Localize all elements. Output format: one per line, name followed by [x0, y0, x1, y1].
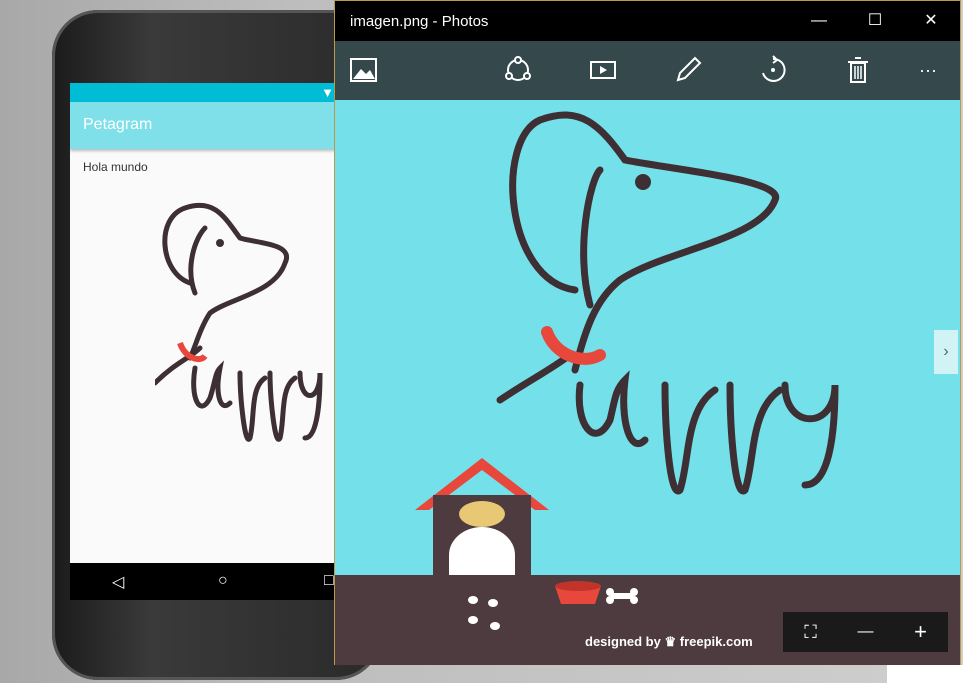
image-viewer[interactable]: designed by ♛ freepik.com › ⛶ — + [335, 100, 960, 665]
close-button[interactable]: ✕ [903, 1, 959, 41]
credit-brand: freepik.com [679, 634, 753, 649]
crown-icon: ♛ [664, 634, 677, 649]
minimize-button[interactable]: — [791, 1, 847, 41]
hello-text: Hola mundo [83, 160, 148, 174]
square-recent-icon[interactable]: □ [324, 572, 334, 590]
circle-home-icon[interactable]: ○ [218, 572, 228, 590]
paw-prints-icon [468, 596, 500, 630]
app-bar: Petagram [70, 102, 340, 149]
triangle-back-icon[interactable]: ◁ [112, 572, 124, 592]
zoom-in-button[interactable]: + [893, 612, 948, 652]
puppy-artwork [415, 111, 839, 575]
status-bar: ▼ [70, 83, 340, 102]
zoom-controls: ⛶ — + [783, 612, 948, 652]
fit-to-window-button[interactable]: ⛶ [783, 612, 838, 652]
delete-icon[interactable] [843, 55, 873, 85]
nav-bar: ◁ ○ □ [70, 563, 340, 600]
background-window-edge [887, 665, 963, 683]
zoom-out-button[interactable]: — [838, 612, 893, 652]
photos-window: imagen.png - Photos — ☐ ✕ ··· designed b… [334, 0, 961, 665]
freepik-credit: designed by ♛ freepik.com [585, 634, 753, 650]
credit-prefix: designed by [585, 634, 661, 649]
window-title: imagen.png - Photos [350, 13, 489, 30]
app-title: Petagram [83, 116, 153, 133]
bone-icon [606, 588, 638, 604]
share-icon[interactable] [503, 55, 533, 85]
title-bar[interactable]: imagen.png - Photos — ☐ ✕ [335, 1, 960, 41]
rotate-icon[interactable] [758, 55, 788, 85]
image-icon[interactable] [349, 55, 379, 85]
maximize-button[interactable]: ☐ [847, 1, 903, 41]
phone-screen: ▼ Petagram Hola mundo ◁ ○ □ [70, 83, 340, 600]
slideshow-icon[interactable] [588, 55, 618, 85]
wifi-icon: ▼ [321, 85, 334, 100]
more-icon[interactable]: ··· [919, 55, 949, 85]
dog-bowl-icon [555, 581, 601, 604]
puppy-logo-image [155, 202, 323, 442]
photos-toolbar: ··· [335, 41, 960, 100]
edit-icon[interactable] [673, 55, 703, 85]
next-image-button[interactable]: › [934, 330, 958, 374]
